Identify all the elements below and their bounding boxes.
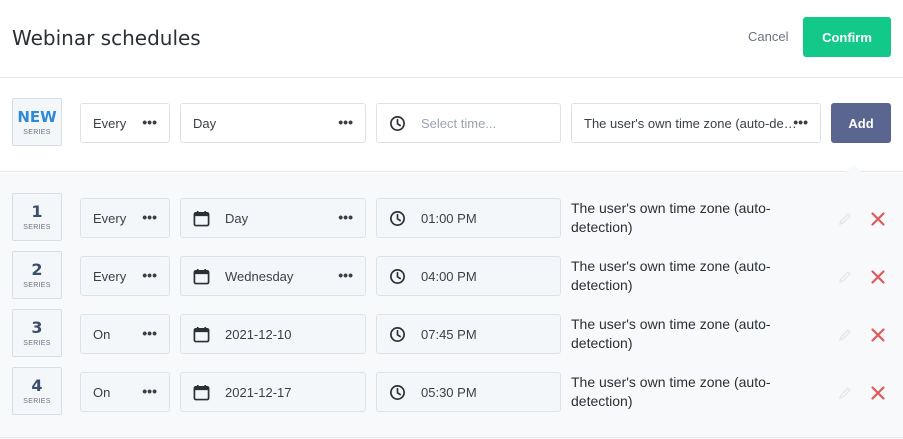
series-list: 1 SERIES Every ••• Day ••• 01:00 PM The … [0,173,903,439]
calendar-icon [193,384,210,401]
new-day-value: Day [193,116,217,131]
close-icon[interactable] [870,211,886,227]
series-day-select[interactable]: Wednesday ••• [180,256,366,296]
series-badge-sub: SERIES [23,340,51,347]
more-dots-icon[interactable]: ••• [338,209,353,225]
series-time-value: 05:30 PM [421,385,477,400]
series-timezone: The user's own time zone (auto- detectio… [571,315,801,353]
pencil-icon[interactable] [838,386,852,400]
series-time-input[interactable]: 07:45 PM [376,314,561,354]
more-dots-icon[interactable]: ••• [793,114,808,130]
confirm-button[interactable]: Confirm [803,17,891,57]
series-timezone-line2: detection) [571,277,633,293]
more-dots-icon[interactable]: ••• [142,114,157,130]
series-badge: 3 SERIES [12,309,62,357]
header-bar: Webinar schedules Cancel Confirm [0,0,903,78]
close-icon[interactable] [870,269,886,285]
page-title: Webinar schedules [12,26,201,50]
close-icon[interactable] [870,385,886,401]
pencil-icon[interactable] [838,212,852,226]
series-frequency-select[interactable]: Every ••• [80,198,170,238]
new-frequency-select[interactable]: Every ••• [80,103,170,143]
series-timezone-line1: The user's own time zone (auto- [571,316,771,332]
clock-icon [390,385,405,400]
series-date-input[interactable]: 2021-12-17 [180,372,366,412]
new-timezone-value: The user's own time zone (auto-detection… [584,116,799,131]
calendar-icon [193,268,210,285]
series-frequency-value: On [93,385,111,400]
clock-icon [390,116,405,131]
series-number: 4 [31,376,43,395]
series-frequency-value: On [93,327,111,342]
more-dots-icon[interactable]: ••• [142,383,157,399]
new-timezone-select[interactable]: The user's own time zone (auto-detection… [571,103,821,143]
series-badge: 2 SERIES [12,251,62,299]
new-time-placeholder: Select time... [421,116,497,131]
add-button[interactable]: Add [831,103,891,143]
series-time-input[interactable]: 05:30 PM [376,372,561,412]
calendar-icon [193,326,210,343]
pencil-icon[interactable] [838,270,852,284]
series-frequency-select[interactable]: On ••• [80,314,170,354]
series-number: 2 [31,260,43,279]
divider [0,437,903,438]
series-time-value: 01:00 PM [421,211,477,226]
series-timezone-line1: The user's own time zone (auto- [571,200,771,216]
series-day-select[interactable]: Day ••• [180,198,366,238]
series-frequency-value: Every [93,211,127,226]
series-badge-sub: SERIES [23,398,51,405]
series-number: 1 [31,202,43,221]
new-day-select[interactable]: Day ••• [180,103,366,143]
calendar-icon [193,210,210,227]
series-time-value: 07:45 PM [421,327,477,342]
more-dots-icon[interactable]: ••• [142,209,157,225]
close-icon[interactable] [870,327,886,343]
pencil-icon[interactable] [838,328,852,342]
more-dots-icon[interactable]: ••• [142,267,157,283]
series-frequency-select[interactable]: Every ••• [80,256,170,296]
series-frequency-select[interactable]: On ••• [80,372,170,412]
series-timezone-line2: detection) [571,335,633,351]
series-time-input[interactable]: 04:00 PM [376,256,561,296]
clock-icon [390,269,405,284]
series-date-input[interactable]: 2021-12-10 [180,314,366,354]
series-day-value: Wednesday [225,269,294,284]
series-time-input[interactable]: 01:00 PM [376,198,561,238]
clock-icon [390,327,405,342]
series-number: 3 [31,318,43,337]
new-series-badge-label: NEW [17,108,57,126]
new-series-row: NEW SERIES Every ••• Day ••• Select time… [0,79,903,172]
series-timezone-line2: detection) [571,219,633,235]
series-badge: 4 SERIES [12,367,62,415]
series-time-value: 04:00 PM [421,269,477,284]
new-time-input[interactable]: Select time... [376,103,561,143]
series-badge-sub: SERIES [23,224,51,231]
new-series-badge-sub: SERIES [23,129,51,136]
series-date-value: 2021-12-17 [225,385,292,400]
series-frequency-value: Every [93,269,127,284]
more-dots-icon[interactable]: ••• [338,267,353,283]
series-date-value: 2021-12-10 [225,327,292,342]
series-timezone-line2: detection) [571,393,633,409]
series-timezone-line1: The user's own time zone (auto- [571,258,771,274]
clock-icon [390,211,405,226]
more-dots-icon[interactable]: ••• [142,325,157,341]
series-badge-sub: SERIES [23,282,51,289]
new-frequency-value: Every [93,116,127,131]
cancel-button[interactable]: Cancel [748,29,788,44]
more-dots-icon[interactable]: ••• [338,114,353,130]
add-pointer-caret [845,164,863,173]
new-series-badge: NEW SERIES [12,98,62,146]
series-timezone: The user's own time zone (auto- detectio… [571,257,801,295]
series-timezone: The user's own time zone (auto- detectio… [571,199,801,237]
series-day-value: Day [225,211,249,226]
series-badge: 1 SERIES [12,193,62,241]
series-timezone: The user's own time zone (auto- detectio… [571,373,801,411]
series-timezone-line1: The user's own time zone (auto- [571,374,771,390]
